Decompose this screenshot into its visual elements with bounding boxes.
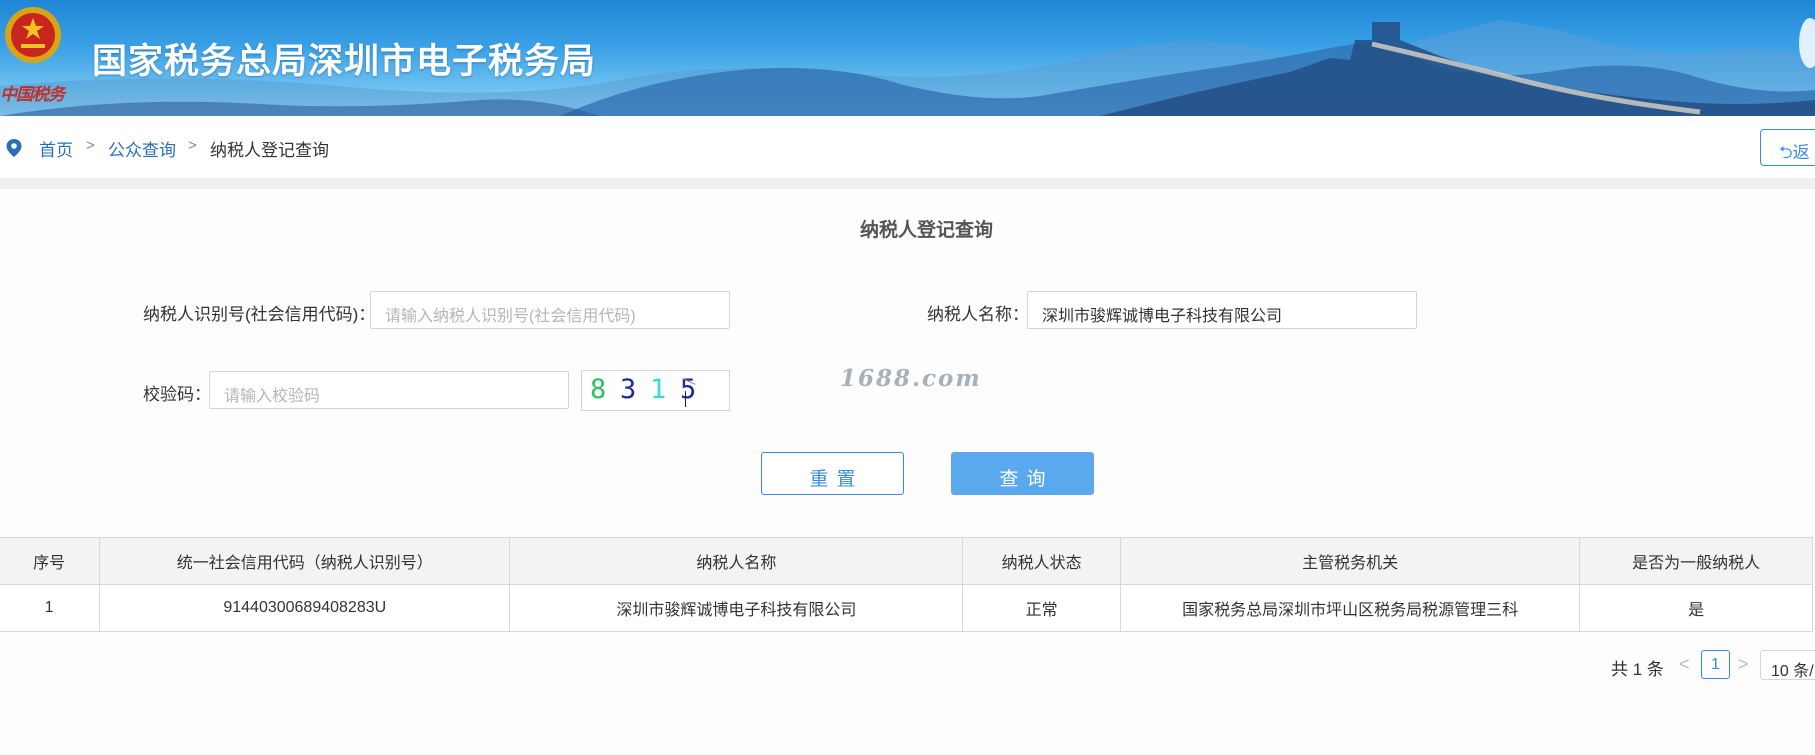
column-header: 统一社会信用代码（纳税人识别号） (99, 537, 511, 585)
national-emblem-icon (5, 7, 61, 63)
taxpayer-id-label: 纳税人识别号(社会信用代码)： (143, 305, 376, 324)
column-header: 纳税人名称 (509, 537, 964, 585)
breadcrumb-public-query-link[interactable]: 公众查询 (108, 136, 176, 161)
pagination-prev-icon[interactable]: < (1679, 654, 1690, 675)
page-size-select[interactable]: 10 条/ (1760, 650, 1815, 680)
search-button[interactable]: 查询 (951, 452, 1094, 495)
breadcrumb-current: 纳税人登记查询 (210, 141, 329, 160)
cell-index: 1 (0, 584, 101, 632)
captcha-char: 1 (650, 374, 667, 405)
column-header: 纳税人状态 (962, 537, 1121, 585)
taxpayer-id-input[interactable]: 请输入纳税人识别号(社会信用代码) (370, 291, 730, 329)
column-header: 是否为一般纳税人 (1579, 537, 1813, 585)
captcha-image[interactable]: 8 3 1 5 (581, 370, 730, 411)
site-title: 国家税务总局深圳市电子税务局 (92, 42, 597, 81)
captcha-label: 校验码： (143, 385, 211, 404)
results-table: 序号 统一社会信用代码（纳税人识别号） 纳税人名称 纳税人状态 主管税务机关 是… (0, 537, 1813, 632)
form-title: 纳税人登记查询 (860, 220, 994, 241)
cell-general-taxpayer: 是 (1579, 584, 1813, 632)
captcha-char: 3 (620, 374, 637, 405)
cell-taxpayer-name: 深圳市骏辉诚博电子科技有限公司 (509, 584, 964, 632)
reset-button[interactable]: 重置 (761, 452, 904, 495)
cell-credit-code: 91440300689408283U (99, 584, 511, 632)
section-divider (0, 178, 1815, 189)
return-arrow-icon: ⮌ (1779, 143, 1793, 162)
pagination-page-1[interactable]: 1 (1701, 650, 1730, 679)
pagination-next-icon[interactable]: > (1738, 654, 1749, 675)
cell-status: 正常 (962, 584, 1121, 632)
back-button[interactable]: ⮌返 (1760, 129, 1815, 166)
table-row: 1 91440300689408283U 深圳市骏辉诚博电子科技有限公司 正常 … (0, 584, 1813, 632)
breadcrumb-home-link[interactable]: 首页 (39, 136, 73, 161)
breadcrumb-separator: > (86, 137, 95, 154)
column-header: 序号 (0, 537, 101, 585)
taxpayer-name-label: 纳税人名称： (927, 305, 1029, 324)
tax-slogan-logo: 中国税务 (0, 85, 65, 105)
header-banner: 中国税务 国家税务总局深圳市电子税务局 (0, 0, 1815, 116)
breadcrumb-separator: > (188, 137, 197, 154)
captcha-input[interactable]: 请输入校验码 (209, 371, 569, 409)
cell-tax-authority: 国家税务总局深圳市坪山区税务局税源管理三科 (1119, 584, 1581, 632)
watermark: 1688.com (840, 365, 982, 392)
pagination-total: 共 1 条 (1611, 660, 1664, 679)
breadcrumb: 首页 > 公众查询 > 纳税人登记查询 ⮌返 (0, 116, 1815, 178)
location-pin-icon (6, 139, 22, 157)
taxpayer-name-input[interactable]: 深圳市骏辉诚博电子科技有限公司 (1027, 291, 1417, 329)
column-header: 主管税务机关 (1119, 537, 1581, 585)
banner-edge-decoration (1799, 18, 1815, 68)
captcha-char: 8 (590, 374, 607, 405)
text-cursor (685, 391, 686, 407)
back-button-label: 返 (1792, 143, 1810, 162)
table-header-row: 序号 统一社会信用代码（纳税人识别号） 纳税人名称 纳税人状态 主管税务机关 是… (0, 537, 1813, 585)
